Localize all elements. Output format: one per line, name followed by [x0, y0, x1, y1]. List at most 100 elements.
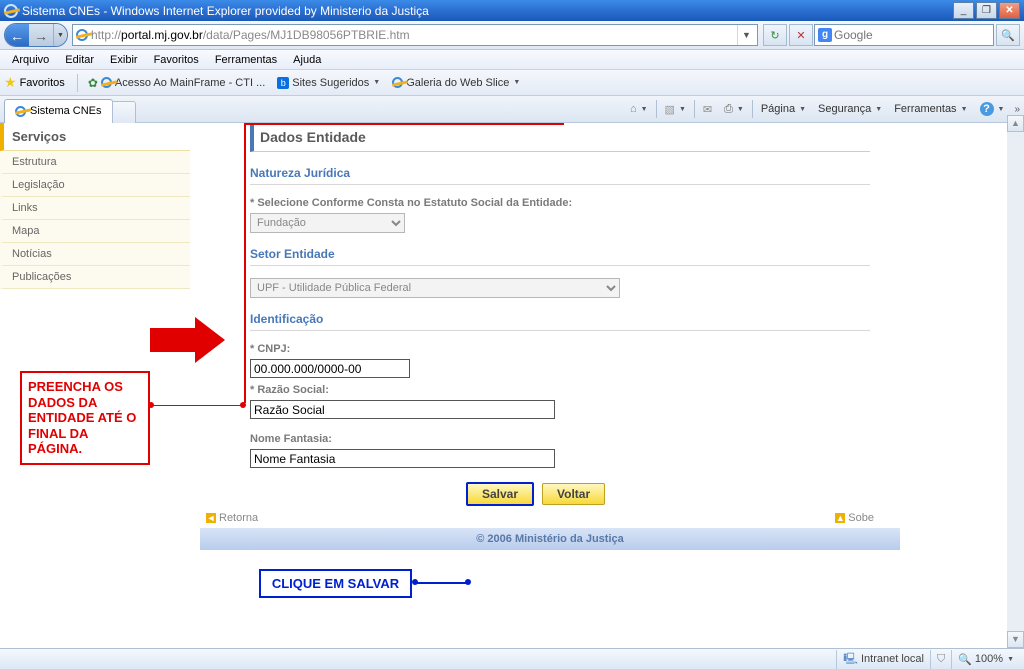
- back-button[interactable]: ←: [5, 24, 29, 47]
- address-bar-row: ← → ▼ http://portal.mj.gov.br/data/Pages…: [0, 21, 1024, 50]
- url-protocol: http://: [91, 28, 121, 42]
- select-setor[interactable]: UPF - Utilidade Pública Federal: [250, 278, 620, 298]
- sidebar-item-mapa[interactable]: Mapa: [0, 220, 190, 243]
- refresh-button[interactable]: ↻: [763, 24, 787, 46]
- forward-button[interactable]: →: [29, 24, 53, 47]
- stop-button[interactable]: ✕: [789, 24, 813, 46]
- search-button[interactable]: 🔍: [996, 24, 1020, 46]
- ie-icon: [101, 77, 112, 88]
- label-selecione: * Selecione Conforme Consta no Estatuto …: [250, 197, 870, 209]
- cmd-label: Página: [761, 103, 795, 115]
- command-bar: Sistema CNEs ⌂▼ ▧▼ ✉ ⎙▼ Página▼ Seguranç…: [0, 96, 1024, 123]
- sidebar-item-estrutura[interactable]: Estrutura: [0, 151, 190, 174]
- dropdown-icon: ▼: [373, 79, 380, 86]
- annotation-dot: [148, 402, 154, 408]
- scroll-down-button[interactable]: ▼: [1007, 631, 1024, 648]
- page-icon: ✿: [88, 76, 98, 90]
- favorites-star-icon[interactable]: ★: [4, 74, 17, 91]
- annotation-dot: [240, 402, 246, 408]
- annotation-connector: [416, 582, 468, 584]
- home-icon: ⌂: [630, 103, 637, 115]
- read-mail-button[interactable]: ✉: [697, 98, 718, 120]
- menu-bar: Arquivo Editar Exibir Favoritos Ferramen…: [0, 50, 1024, 70]
- annotation-connector: [152, 405, 242, 406]
- help-button[interactable]: ?▼: [974, 98, 1011, 120]
- menu-arquivo[interactable]: Arquivo: [4, 52, 57, 68]
- fav-item-mainframe[interactable]: ✿ Acesso Ao MainFrame - CTI ...: [82, 74, 271, 92]
- page-icon: [76, 29, 88, 41]
- sidebar-item-legislacao[interactable]: Legislação: [0, 174, 190, 197]
- nav-history-dropdown[interactable]: ▼: [53, 24, 67, 46]
- print-icon: ⎙: [724, 103, 733, 116]
- sidebar-nav: Serviços Estrutura Legislação Links Mapa…: [0, 123, 190, 644]
- form-panel: Dados Entidade Natureza Jurídica * Selec…: [190, 123, 1024, 644]
- protected-mode[interactable]: ⛉: [930, 650, 951, 669]
- fav-item-suggested[interactable]: b Sites Sugeridos ▼: [271, 75, 386, 91]
- suggested-icon: b: [277, 77, 289, 89]
- sidebar-item-noticias[interactable]: Notícias: [0, 243, 190, 266]
- menu-editar[interactable]: Editar: [57, 52, 102, 68]
- page-title: Dados Entidade: [250, 123, 870, 152]
- page-content: PREENCHA OS DADOS DA ENTIDADE ATÉ O FINA…: [0, 123, 1024, 644]
- sidebar-item-publicacoes[interactable]: Publicações: [0, 266, 190, 289]
- status-bar: 🖳 Intranet local ⛉ 🔍 100% ▼: [0, 648, 1024, 669]
- menu-favoritos[interactable]: Favoritos: [146, 52, 207, 68]
- separator: [694, 100, 695, 118]
- annotation-line: [244, 123, 564, 125]
- cmd-label: Segurança: [818, 103, 871, 115]
- sidebar-item-links[interactable]: Links: [0, 197, 190, 220]
- zoom-icon: 🔍: [958, 653, 972, 666]
- menu-ajuda[interactable]: Ajuda: [285, 52, 329, 68]
- select-natureza[interactable]: Fundação: [250, 213, 405, 233]
- tab-title: Sistema CNEs: [30, 105, 102, 117]
- input-cnpj[interactable]: [250, 359, 410, 378]
- scroll-track[interactable]: [1007, 132, 1024, 631]
- input-nome-fantasia[interactable]: [250, 449, 555, 468]
- link-sobe[interactable]: ▲Sobe: [835, 512, 874, 524]
- link-retorna[interactable]: ◄Retorna: [206, 512, 258, 524]
- search-input[interactable]: [834, 28, 990, 42]
- status-zone[interactable]: 🖳 Intranet local: [836, 650, 930, 669]
- search-box[interactable]: g: [814, 24, 994, 46]
- url-host: portal.mj.gov.br: [121, 28, 203, 42]
- fav-item-webslice[interactable]: Galeria do Web Slice ▼: [386, 75, 526, 91]
- separator: [77, 74, 78, 92]
- close-button[interactable]: ✕: [999, 2, 1020, 19]
- url-dropdown[interactable]: ▼: [737, 25, 755, 45]
- scroll-up-button[interactable]: ▲: [1007, 115, 1024, 132]
- overflow-chevron[interactable]: »: [1010, 104, 1024, 115]
- label-cnpj: * CNPJ:: [250, 343, 870, 355]
- bottom-nav-links: ◄Retorna ▲Sobe: [200, 506, 880, 524]
- url-path: /data/Pages/MJ1DB98056PTBRIE.htm: [203, 28, 410, 42]
- page-menu[interactable]: Página▼: [755, 98, 812, 120]
- feeds-button[interactable]: ▧▼: [659, 98, 692, 120]
- favorites-label: Favoritos: [20, 77, 65, 89]
- fav-label: Galeria do Web Slice: [406, 77, 509, 89]
- copyright-footer: © 2006 Ministério da Justiça: [200, 528, 900, 550]
- new-tab-button[interactable]: [112, 101, 136, 123]
- minimize-button[interactable]: _: [953, 2, 974, 19]
- maximize-button[interactable]: ❐: [976, 2, 997, 19]
- voltar-button[interactable]: Voltar: [542, 483, 605, 505]
- window-scrollbar[interactable]: ▲ ▼: [1007, 115, 1024, 648]
- annotation-dot: [465, 579, 471, 585]
- google-icon: g: [818, 28, 832, 42]
- print-button[interactable]: ⎙▼: [718, 98, 750, 120]
- annotation-line: [244, 123, 246, 403]
- favorites-bar: ★ Favoritos ✿ Acesso Ao MainFrame - CTI …: [0, 70, 1024, 96]
- mail-icon: ✉: [703, 103, 712, 116]
- home-button[interactable]: ⌂▼: [624, 98, 654, 120]
- arrow-up-icon: ▲: [835, 513, 845, 523]
- zoom-control[interactable]: 🔍 100% ▼: [951, 650, 1020, 669]
- intranet-icon: 🖳: [843, 650, 858, 669]
- menu-ferramentas[interactable]: Ferramentas: [207, 52, 285, 68]
- separator: [752, 100, 753, 118]
- tools-menu[interactable]: Ferramentas▼: [888, 98, 973, 120]
- browser-tab-active[interactable]: Sistema CNEs: [4, 99, 113, 123]
- input-razao-social[interactable]: [250, 400, 555, 419]
- url-text: http://portal.mj.gov.br/data/Pages/MJ1DB…: [91, 28, 737, 42]
- address-bar[interactable]: http://portal.mj.gov.br/data/Pages/MJ1DB…: [72, 24, 758, 46]
- salvar-button[interactable]: Salvar: [466, 482, 534, 506]
- safety-menu[interactable]: Segurança▼: [812, 98, 888, 120]
- menu-exibir[interactable]: Exibir: [102, 52, 146, 68]
